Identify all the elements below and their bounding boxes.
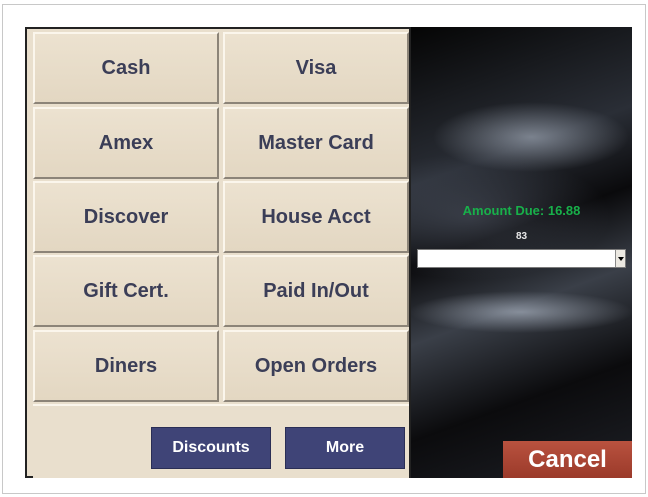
amount-due-label: Amount Due: 16.88 (462, 203, 581, 218)
ticket-number: 83 (515, 231, 528, 242)
open-orders-button[interactable]: Open Orders (223, 330, 409, 402)
tender-dropdown[interactable] (417, 249, 626, 268)
pos-payment-screen: Cash Visa Amex Master Card Discover Hous… (25, 27, 632, 478)
house-acct-button[interactable]: House Acct (223, 181, 409, 253)
cancel-button[interactable]: Cancel (503, 441, 632, 478)
visa-button[interactable]: Visa (223, 32, 409, 104)
diners-button[interactable]: Diners (33, 330, 219, 402)
discounts-button[interactable]: Discounts (151, 427, 271, 469)
chevron-down-icon[interactable] (615, 250, 625, 267)
cash-button[interactable]: Cash (33, 32, 219, 104)
master-card-button[interactable]: Master Card (223, 107, 409, 179)
amex-button[interactable]: Amex (33, 107, 219, 179)
paid-in-out-button[interactable]: Paid In/Out (223, 255, 409, 327)
amount-panel: Amount Due: 16.88 83 (411, 27, 632, 478)
more-button[interactable]: More (285, 427, 405, 469)
gift-cert-button[interactable]: Gift Cert. (33, 255, 219, 327)
discover-button[interactable]: Discover (33, 181, 219, 253)
tender-button-pad: Cash Visa Amex Master Card Discover Hous… (25, 27, 411, 478)
